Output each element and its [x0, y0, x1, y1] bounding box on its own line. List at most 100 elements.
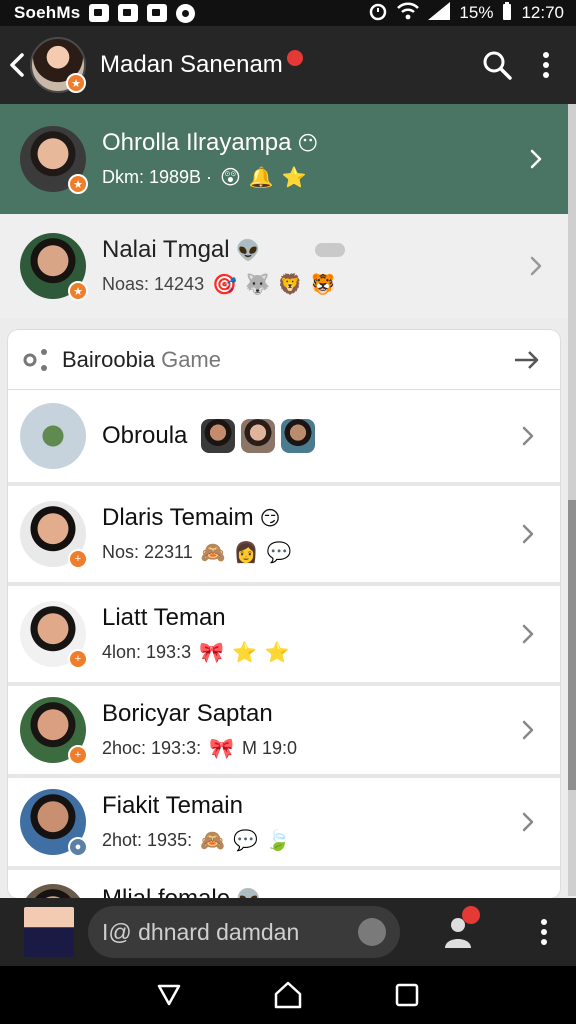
home-icon [274, 981, 302, 1009]
chat-row[interactable]: ★ Nalai Tmgal 👽 Noas: 14243 🎯 🐺 🦁 🐯 [0, 214, 568, 318]
signal-icon [428, 1, 451, 25]
row-name-text: Fiakit Temain [102, 792, 243, 819]
group-card: Bairoobia Game Obroula + Dlaris Temaim 😏… [8, 330, 560, 898]
row-subtitle: 2hoc: 193:3: 🎀 M 19:0 [102, 735, 514, 761]
row-name-text: Mlial fomale [102, 884, 230, 898]
row-name-text: Liatt Teman [102, 604, 226, 631]
bell-emoji-icon: 🔔 [248, 165, 274, 189]
list-item[interactable]: Obroula [8, 390, 560, 486]
heart-badge-icon [286, 50, 303, 66]
row-name: Obroula [102, 419, 514, 453]
star-badge-icon: ★ [66, 73, 86, 93]
row-name: Fiakit Temain [102, 791, 514, 821]
star-emoji-icon: ⭐ [264, 640, 290, 664]
status-bar: SoehMs 15% 12:70 [0, 0, 576, 26]
list-item[interactable]: + Dlaris Temaim 😏 Nos: 22311 🙈 👩 💬 [8, 486, 560, 586]
share-icon [23, 348, 47, 371]
alarm-icon [368, 1, 388, 26]
member-avatar [201, 419, 236, 453]
list-item[interactable]: + Liatt Teman 4lon: 193:3 🎀 ⭐ ⭐ [8, 586, 560, 686]
alien-emoji-icon: 👽 [236, 889, 261, 898]
row-sub-text: Noas: 14243 [102, 274, 205, 294]
row-name-text: Dlaris Temaim [102, 504, 254, 531]
notification-badge-icon [462, 906, 480, 924]
row-name: Boricyar Saptan [102, 699, 514, 729]
row-sub-text: 2hoc: 193:3: [102, 738, 202, 758]
group-title: Bairoobia Game [62, 347, 221, 373]
calendar-icon [147, 4, 168, 22]
star-badge-icon: ★ [68, 281, 88, 301]
row-sub-text: Dkm: 1989B · [102, 167, 213, 187]
chevron-right-icon [522, 148, 550, 170]
monkey-emoji-icon: 🙈 [200, 828, 225, 852]
star-emoji-icon: ⭐ [231, 640, 257, 664]
avatar: ● [20, 789, 88, 857]
back-arrow-icon [10, 53, 24, 77]
face-emoji-icon: 😶 [297, 131, 319, 155]
row-name-text: Ohrolla Ilrayampa [102, 129, 292, 156]
bow-emoji-icon: 🎀 [199, 640, 224, 664]
toggle-pill-icon [314, 243, 345, 257]
row-name: Mlial fomale 👽 [102, 884, 560, 898]
avatar: + [20, 601, 88, 669]
avatar: ★ [20, 233, 88, 301]
member-avatar [281, 419, 316, 453]
chevron-right-icon [514, 811, 542, 833]
chevron-right-icon [514, 719, 542, 741]
plus-badge-icon: + [68, 649, 88, 669]
row-name-text: Boricyar Saptan [102, 700, 273, 727]
my-avatar[interactable] [24, 907, 74, 957]
arrow-right-icon [515, 350, 539, 369]
scrollbar-thumb[interactable] [568, 500, 576, 790]
message-input[interactable]: I@ dhnard damdan [88, 906, 400, 958]
voice-search-icon[interactable] [358, 918, 386, 946]
contact-avatar[interactable]: ★ [30, 37, 86, 93]
user-badge-icon: ● [68, 837, 88, 857]
row-name-text: Obroula [102, 422, 188, 449]
more-options-button[interactable] [542, 51, 550, 79]
group-header[interactable]: Bairoobia Game [8, 330, 560, 390]
row-sub-text: Nos: 22311 [102, 542, 193, 562]
image-icon [89, 4, 110, 22]
nav-back-button[interactable] [149, 975, 189, 1015]
lion-emoji-icon: 🦁 [277, 272, 303, 296]
row-subtitle: Dkm: 1989B · 😲 🔔 ⭐ [102, 164, 522, 190]
list-item[interactable]: Mlial fomale 👽 [8, 870, 560, 898]
app-bar: ★ Madan Sanenam [0, 26, 576, 104]
target-emoji-icon: 🎯 [212, 272, 237, 296]
search-icon [483, 51, 512, 80]
search-button[interactable] [482, 50, 512, 80]
chat-title[interactable]: Madan Sanenam [100, 50, 303, 79]
back-button[interactable] [4, 26, 30, 104]
avatar: + [20, 501, 88, 569]
avatar [20, 884, 86, 898]
more-vert-icon [541, 919, 547, 945]
row-name: Dlaris Temaim 😏 [102, 503, 514, 533]
monkey-emoji-icon: 🙈 [200, 540, 226, 564]
nav-recents-button[interactable] [387, 975, 427, 1015]
list-item[interactable]: ● Fiakit Temain 2hot: 1935: 🙈 💬 🍃 [8, 778, 560, 870]
carrier-text: SoehMs [14, 3, 81, 22]
star-emoji-icon: ⭐ [281, 165, 307, 189]
face-emoji-icon: 😲 [220, 165, 241, 189]
battery-text: 15% [459, 3, 494, 22]
chat-row-selected[interactable]: ★ Ohrolla Ilrayampa 😶 Dkm: 1989B · 😲 🔔 ⭐ [0, 104, 568, 214]
star-badge-icon: ★ [68, 174, 88, 194]
chevron-right-icon [514, 425, 542, 447]
nav-home-button[interactable] [268, 975, 308, 1015]
list-item[interactable]: + Boricyar Saptan 2hoc: 193:3: 🎀 M 19:0 [8, 686, 560, 778]
composer-more-button[interactable] [540, 918, 548, 946]
contacts-button[interactable] [444, 906, 480, 948]
row-name-text: Nalai Tmgal [102, 236, 230, 263]
triangle-back-icon [158, 984, 181, 1006]
plus-badge-icon: + [68, 549, 88, 569]
tiger-emoji-icon: 🐯 [310, 272, 336, 296]
speech-bubble-icon: 💬 [233, 828, 258, 852]
wifi-icon [397, 2, 420, 25]
group-open-button[interactable] [514, 350, 540, 370]
photo-icon [118, 4, 139, 22]
alien-emoji-icon: 👽 [235, 238, 261, 262]
group-title-text: Bairoobia [62, 346, 155, 372]
circle-icon [176, 3, 196, 23]
smirk-emoji-icon: 😏 [259, 506, 281, 530]
